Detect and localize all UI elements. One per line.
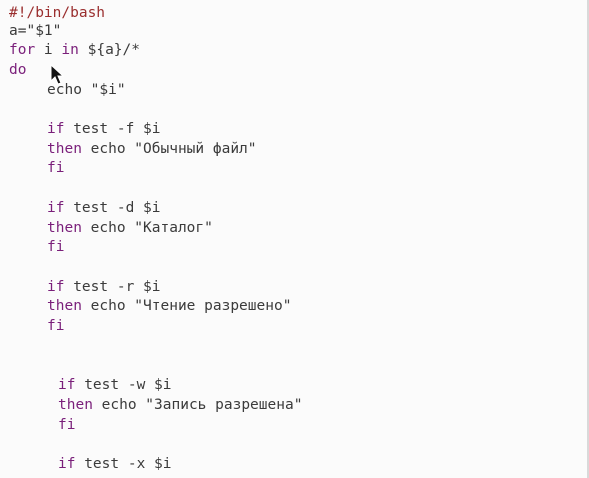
code-line[interactable]: fi: [47, 159, 64, 179]
code-token: test -d $i: [64, 200, 161, 216]
code-line[interactable]: for i in ${a}/*: [9, 41, 140, 61]
keyword-token: fi: [47, 318, 65, 334]
code-line[interactable]: fi: [58, 416, 75, 436]
keyword-token: do: [9, 62, 27, 78]
keyword-token: for: [9, 42, 36, 58]
code-token: test -f $i: [64, 121, 161, 137]
keyword-token: then: [47, 220, 82, 236]
code-token: i: [35, 42, 62, 58]
code-line[interactable]: if test -w $i: [58, 376, 172, 396]
keyword-token: if: [47, 200, 65, 216]
code-line[interactable]: then echo "Чтение разрешено": [47, 297, 291, 317]
code-line[interactable]: if test -x $i: [58, 455, 172, 475]
keyword-token: if: [58, 456, 76, 472]
keyword-token: then: [47, 141, 82, 157]
code-line[interactable]: fi: [47, 317, 64, 337]
code-token: echo "Обычный файл": [81, 141, 257, 157]
keyword-token: fi: [47, 160, 65, 176]
keyword-token: in: [61, 42, 79, 58]
code-token: ${a}/*: [78, 42, 140, 58]
keyword-token: fi: [47, 239, 65, 255]
code-line[interactable]: if test -r $i: [47, 278, 161, 298]
code-line[interactable]: do: [9, 61, 26, 81]
code-line[interactable]: if test -d $i: [47, 199, 161, 219]
keyword-token: then: [47, 298, 82, 314]
shebang-token: #!/bin/bash: [9, 5, 106, 21]
code-editor[interactable]: #!/bin/bash a="$1" for i in ${a}/* do echo "…: [0, 0, 589, 478]
code-line[interactable]: if test -f $i: [47, 120, 161, 140]
code-line[interactable]: #!/bin/bash: [9, 4, 105, 24]
code-token: echo "Каталог": [81, 220, 213, 236]
code-token: echo "Чтение разрешено": [81, 298, 292, 314]
code-token: test -x $i: [75, 456, 172, 472]
code-token: a="$1": [9, 23, 62, 39]
code-line[interactable]: then echo "Каталог": [47, 219, 213, 239]
keyword-token: then: [58, 397, 93, 413]
code-line[interactable]: then echo "Обычный файл": [47, 140, 257, 160]
code-token: echo "Запись разрешена": [92, 397, 303, 413]
code-token: test -w $i: [75, 377, 172, 393]
code-line[interactable]: a="$1": [9, 22, 61, 42]
keyword-token: fi: [58, 417, 76, 433]
code-line[interactable]: then echo "Запись разрешена": [58, 396, 302, 416]
keyword-token: if: [47, 279, 65, 295]
keyword-token: if: [58, 377, 76, 393]
mouse-pointer-icon: [50, 64, 64, 85]
keyword-token: if: [47, 121, 65, 137]
code-line[interactable]: fi: [47, 238, 64, 258]
code-token: test -r $i: [64, 279, 161, 295]
